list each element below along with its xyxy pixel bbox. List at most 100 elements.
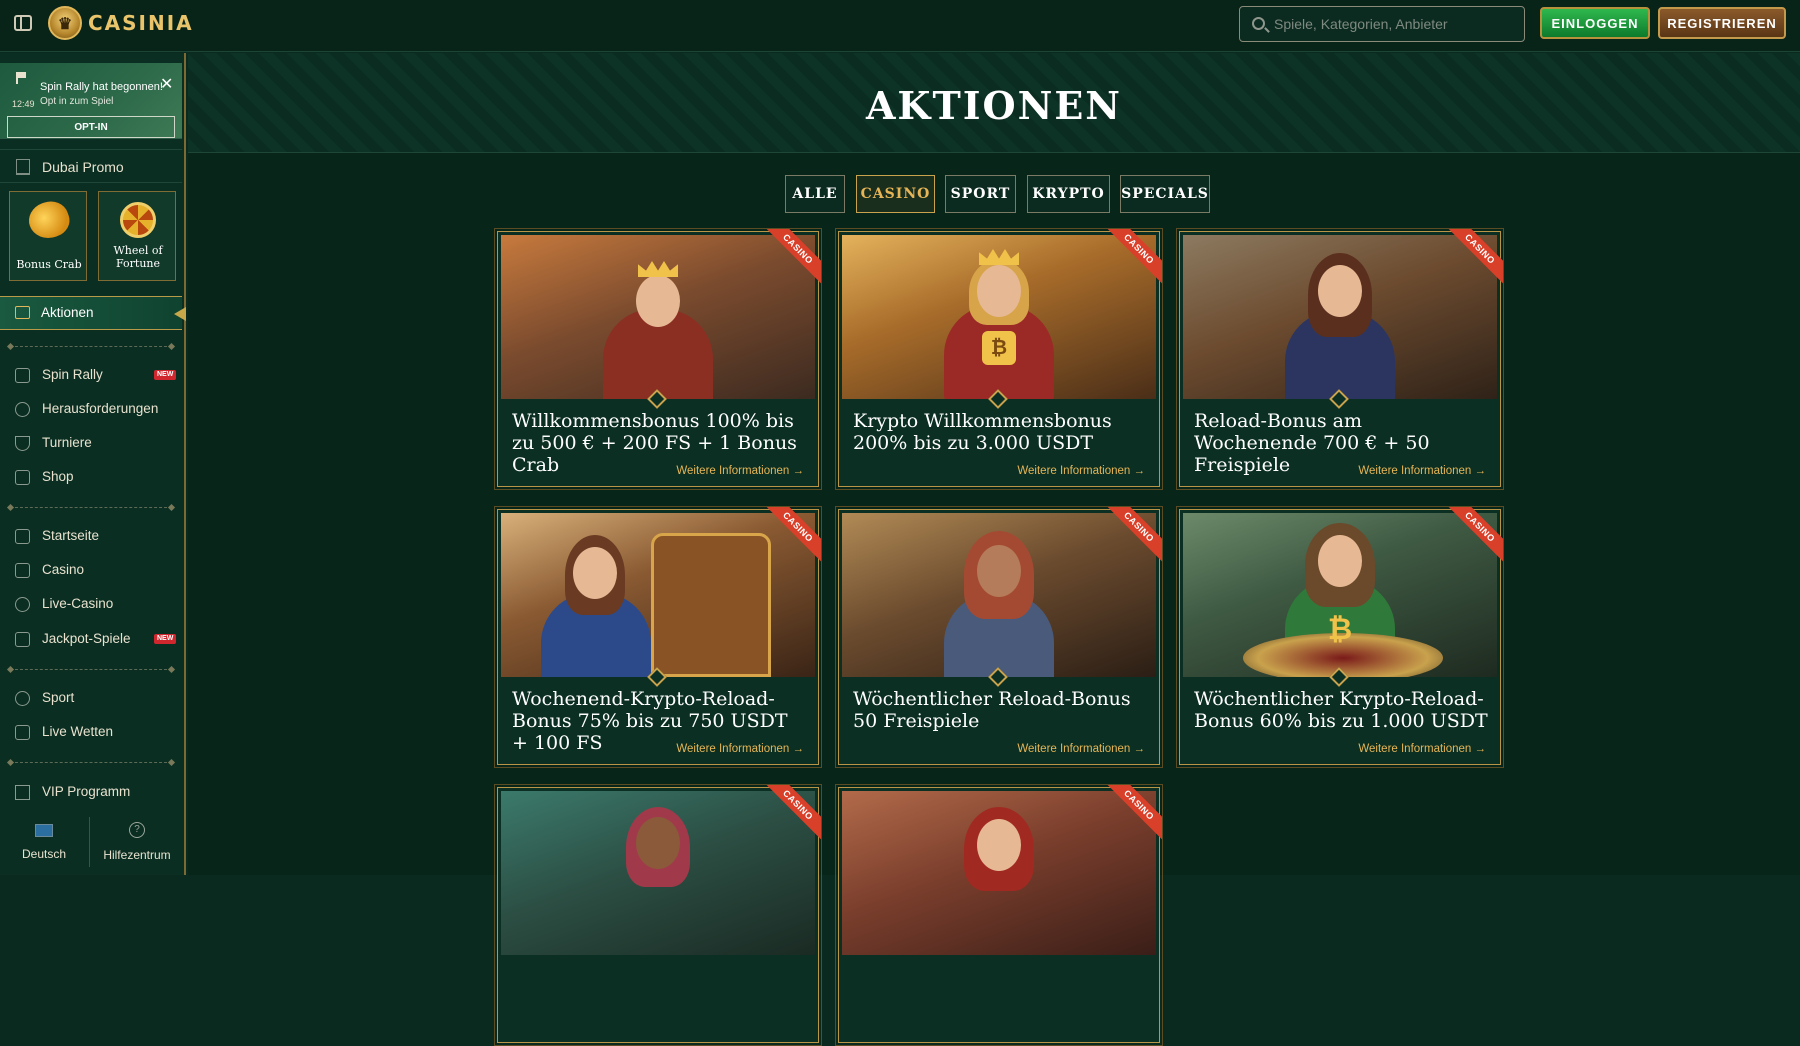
sidebar-item-sport[interactable]: Sport [0,683,182,713]
bonus-crab-label: Bonus Crab [16,258,82,271]
sidebar-item-live-casino[interactable]: Live-Casino [0,589,182,619]
divider [10,762,172,763]
crown-icon [15,785,30,800]
search-input[interactable]: Spiele, Kategorien, Anbieter [1239,6,1525,42]
seven-icon [15,632,30,647]
page-title: AKTIONEN [865,83,1123,128]
casino-ribbon: CASINO [1102,507,1162,567]
active-indicator [174,307,186,321]
help-label: Hilfezentrum [103,848,171,862]
sidebar-item-vip-programm[interactable]: VIP Programm [0,777,182,807]
login-button[interactable]: EINLOGGEN [1540,7,1650,39]
live-chip-icon [15,597,30,612]
filter-krypto[interactable]: KRYPTO [1027,175,1110,213]
promo-card[interactable]: CASINO [494,784,822,1046]
dubai-promo-item[interactable]: Dubai Promo [0,149,182,183]
bonus-crab-tile[interactable]: Bonus Crab [9,191,87,281]
casino-icon [15,563,30,578]
sidebar-item-casino[interactable]: Casino [0,555,182,585]
bottom-separator [89,817,90,867]
search-icon [1252,17,1265,30]
crown-graphic [979,249,1019,265]
promo-card[interactable]: CASINO Willkommensbonus 100% bis zu 500 … [494,228,822,490]
main-content: AKTIONEN ALLE CASINO SPORT KRYPTO SPECIA… [188,53,1800,1046]
casino-ribbon: CASINO [761,229,821,289]
filter-casino[interactable]: CASINO [856,175,935,213]
promo-card[interactable]: CASINO [835,784,1163,1046]
help-icon: ? [129,822,145,838]
promo-card[interactable]: CASINO Wochenend-Krypto-Reload-Bonus 75%… [494,506,822,768]
language-label: Deutsch [21,847,67,861]
more-info-link[interactable]: Weitere Informationen → [1358,743,1486,755]
bitcoin-icon: ₿ [982,331,1016,365]
promo-card[interactable]: CASINO Wöchentlicher Reload-Bonus 50 Fre… [835,506,1163,768]
sidebar-item-label: Startseite [42,528,100,543]
filter-specials[interactable]: SPECIALS [1120,175,1210,213]
notice-subtitle: Opt in zum Spiel [40,96,114,107]
register-button[interactable]: REGISTRIEREN [1658,7,1786,39]
logo-crest-icon: ♛ [48,6,82,40]
more-info-link[interactable]: Weitere Informationen → [1358,465,1486,477]
heroine-head [977,819,1021,871]
language-selector[interactable]: Deutsch [0,818,88,861]
casino-ribbon: CASINO [761,785,821,845]
heroine-head [573,547,617,599]
sidebar-item-herausforderungen[interactable]: Herausforderungen [0,394,182,424]
shop-icon [15,470,30,485]
sidebar-item-label: Aktionen [41,305,94,320]
heroine-head [977,545,1021,597]
casino-ribbon: CASINO [1443,229,1503,289]
sidebar-item-label: Sport [42,690,75,705]
sidebar-item-jackpot-spiele[interactable]: Jackpot-Spiele NEW [0,624,182,654]
more-info-link[interactable]: Weitere Informationen → [1017,465,1145,477]
sidebar-item-label: Herausforderungen [42,401,159,416]
more-info-link[interactable]: Weitere Informationen → [676,465,804,477]
divider [10,346,172,347]
close-icon[interactable]: ✕ [160,74,173,94]
flag-icon [16,72,28,84]
heroine-head [1318,535,1362,587]
help-center-link[interactable]: ? Hilfezentrum [92,818,182,862]
sidebar-item-aktionen[interactable]: Aktionen [0,296,186,330]
sidebar-item-label: Casino [42,562,85,577]
sidebar-item-startseite[interactable]: Startseite [0,521,182,551]
new-badge: NEW [154,370,177,380]
sidebar-item-spin-rally[interactable]: Spin Rally NEW [0,360,182,390]
logo[interactable]: ♛ CASINIA [48,6,194,40]
notice-title: Spin Rally hat begonnen! [40,81,163,93]
sidebar-item-label: VIP Programm [42,784,131,799]
heroine-head [636,817,680,869]
wheel-icon [120,202,156,238]
new-badge: NEW [154,634,177,644]
promo-card[interactable]: ₿ CASINO Wöchentlicher Krypto-Reload-Bon… [1176,506,1504,768]
sidebar-item-label: Shop [42,469,74,484]
casino-ribbon: CASINO [1443,507,1503,567]
filter-alle[interactable]: ALLE [785,175,845,213]
sidebar-item-turniere[interactable]: Turniere [0,428,182,458]
spin-rally-notice: 12:49 Spin Rally hat begonnen! Opt in zu… [0,63,182,139]
sidebar-item-live-wetten[interactable]: Live Wetten [0,717,182,747]
casino-ribbon: CASINO [761,507,821,567]
flag-icon [15,368,30,383]
more-info-link[interactable]: Weitere Informationen → [676,743,804,755]
filter-sport[interactable]: SPORT [945,175,1016,213]
home-icon [15,529,30,544]
logo-text: CASINIA [88,11,194,35]
wheel-of-fortune-tile[interactable]: Wheel of Fortune [98,191,176,281]
opt-in-button[interactable]: OPT-IN [7,116,175,138]
card-title: Wöchentlicher Krypto-Reload-Bonus 60% bi… [1194,688,1488,732]
sidebar-item-label: Jackpot-Spiele [42,631,131,646]
bitcoin-icon: ₿ [1327,613,1353,646]
sidebar-item-shop[interactable]: Shop [0,462,182,492]
soccer-ball-icon [15,691,30,706]
building-icon [16,159,30,175]
trophy-icon [15,436,30,451]
promo-card[interactable]: ₿ CASINO Krypto Willkommensbonus 200% bi… [835,228,1163,490]
casino-ribbon: CASINO [1102,785,1162,845]
more-info-link[interactable]: Weitere Informationen → [1017,743,1145,755]
divider [10,507,172,508]
chest-icon [15,306,30,319]
sidebar-toggle-icon[interactable] [14,15,32,31]
crab-icon [24,196,74,244]
promo-card[interactable]: CASINO Reload-Bonus am Wochenende 700 € … [1176,228,1504,490]
